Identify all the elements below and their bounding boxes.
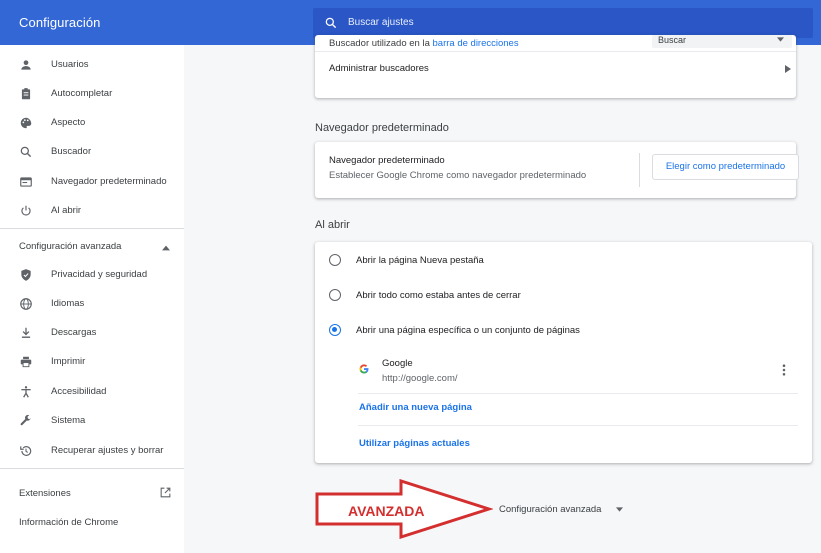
sidebar-item-privacidad[interactable]: Privacidad y seguridad — [0, 263, 184, 287]
sidebar-divider — [0, 228, 184, 229]
on-startup-card: Abrir la página Nueva pestaña Abrir todo… — [315, 242, 812, 463]
sidebar-item-autocompletar[interactable]: Autocompletar — [0, 82, 184, 106]
radio-specific-pages[interactable] — [329, 324, 341, 336]
search-engine-select-value: Buscar — [658, 35, 687, 45]
more-vert-icon[interactable] — [782, 364, 786, 376]
wrench-icon — [20, 414, 31, 426]
sidebar-divider — [0, 468, 184, 469]
radio-continue[interactable] — [329, 289, 341, 301]
annotation-text: AVANZADA — [348, 503, 424, 519]
shield-icon — [21, 269, 31, 281]
palette-icon — [20, 117, 32, 129]
sidebar-item-descargas[interactable]: Descargas — [0, 321, 184, 345]
sidebar-item-buscador[interactable]: Buscador — [0, 140, 184, 164]
search-input[interactable]: Buscar ajustes — [313, 8, 813, 38]
sidebar-item-label: Idiomas — [51, 298, 85, 309]
sidebar-item-label: Imprimir — [51, 356, 86, 367]
sidebar-item-recuperar[interactable]: Recuperar ajustes y borrar — [0, 439, 184, 463]
sidebar-item-label: Recuperar ajustes y borrar — [51, 445, 164, 456]
chevron-right-icon — [785, 65, 791, 73]
caret-down-icon[interactable] — [616, 507, 623, 512]
radio-new-tab[interactable] — [329, 254, 341, 266]
use-current-pages-link[interactable]: Utilizar páginas actuales — [359, 438, 470, 449]
search-placeholder: Buscar ajustes — [348, 17, 414, 28]
search-icon — [325, 17, 337, 29]
startup-page-url: http://google.com/ — [382, 373, 458, 384]
sidebar-item-label: Buscador — [51, 146, 92, 157]
open-in-new-icon[interactable] — [159, 486, 172, 499]
default-browser-card: Navegador predeterminado Establecer Goog… — [315, 142, 799, 198]
sidebar-item-informacion[interactable]: Información de Chrome — [19, 517, 118, 528]
default-browser-heading: Navegador predeterminado — [315, 122, 449, 134]
globe-icon — [20, 298, 32, 310]
search-engine-card: Buscador utilizado en la barra de direcc… — [315, 35, 796, 98]
sidebar-item-label: Descargas — [51, 327, 97, 338]
sidebar-item-label: Privacidad y seguridad — [51, 269, 148, 280]
annotation-arrow: AVANZADA — [315, 479, 493, 539]
caret-down-icon — [777, 37, 784, 42]
clipboard-icon — [21, 88, 31, 100]
address-bar-link[interactable]: barra de direcciones — [433, 38, 519, 49]
sidebar-item-label: Sistema — [51, 415, 86, 426]
startup-page-name: Google — [382, 358, 413, 369]
sidebar-item-al-abrir[interactable]: Al abrir — [0, 199, 184, 223]
restore-icon — [20, 446, 32, 456]
sidebar-item-accesibilidad[interactable]: Accesibilidad — [0, 380, 184, 404]
radio-specific-pages-label[interactable]: Abrir una página específica o un conjunt… — [356, 325, 580, 336]
printer-icon — [20, 356, 32, 368]
browser-icon — [20, 177, 32, 187]
download-icon — [21, 327, 31, 338]
search-engine-label: Buscador utilizado en la — [329, 38, 433, 49]
google-favicon-icon — [359, 364, 369, 374]
sidebar-advanced-toggle[interactable]: Configuración avanzada — [19, 241, 121, 252]
sidebar-item-label: Autocompletar — [51, 88, 113, 99]
search-icon — [20, 146, 32, 158]
search-engine-row-partial: Buscador utilizado en la barra de direcc… — [329, 38, 519, 49]
page-title: Configuración — [19, 15, 101, 30]
row-divider — [358, 425, 798, 426]
sidebar-item-navegador-predeterminado[interactable]: Navegador predeterminado — [0, 170, 184, 194]
radio-continue-label[interactable]: Abrir todo como estaba antes de cerrar — [356, 290, 521, 301]
power-icon — [21, 205, 31, 216]
sidebar: Usuarios Autocompletar Aspecto Buscador … — [0, 45, 184, 553]
sidebar-item-label: Aspecto — [51, 117, 86, 128]
sidebar-item-aspecto[interactable]: Aspecto — [0, 111, 184, 135]
sidebar-item-label: Usuarios — [51, 59, 89, 70]
manage-search-engines-label: Administrar buscadores — [329, 63, 429, 74]
sidebar-item-imprimir[interactable]: Imprimir — [0, 350, 184, 374]
main-content: Buscador utilizado en la barra de direcc… — [184, 35, 821, 553]
sidebar-item-label: Accesibilidad — [51, 386, 107, 397]
radio-new-tab-label[interactable]: Abrir la página Nueva pestaña — [356, 255, 484, 266]
search-engine-select[interactable]: Buscar — [652, 35, 792, 48]
make-default-button[interactable]: Elegir como predeterminado — [652, 154, 799, 180]
sidebar-item-idiomas[interactable]: Idiomas — [0, 292, 184, 316]
accessibility-icon — [21, 386, 31, 398]
person-icon — [21, 60, 31, 70]
vertical-separator — [639, 153, 640, 187]
sidebar-item-label: Al abrir — [51, 205, 82, 216]
row-divider — [315, 51, 796, 52]
sidebar-item-usuarios[interactable]: Usuarios — [0, 53, 184, 77]
caret-up-icon[interactable] — [162, 245, 170, 251]
default-browser-subtitle: Establecer Google Chrome como navegador … — [329, 170, 587, 181]
on-startup-heading: Al abrir — [315, 219, 350, 231]
sidebar-item-extensiones[interactable]: Extensiones — [19, 488, 71, 499]
sidebar-item-label: Navegador predeterminado — [51, 176, 167, 187]
row-divider — [358, 393, 798, 394]
default-browser-title: Navegador predeterminado — [329, 155, 445, 166]
advanced-settings-toggle[interactable]: Configuración avanzada — [499, 504, 601, 515]
add-new-page-link[interactable]: Añadir una nueva página — [359, 402, 472, 413]
sidebar-item-sistema[interactable]: Sistema — [0, 409, 184, 433]
